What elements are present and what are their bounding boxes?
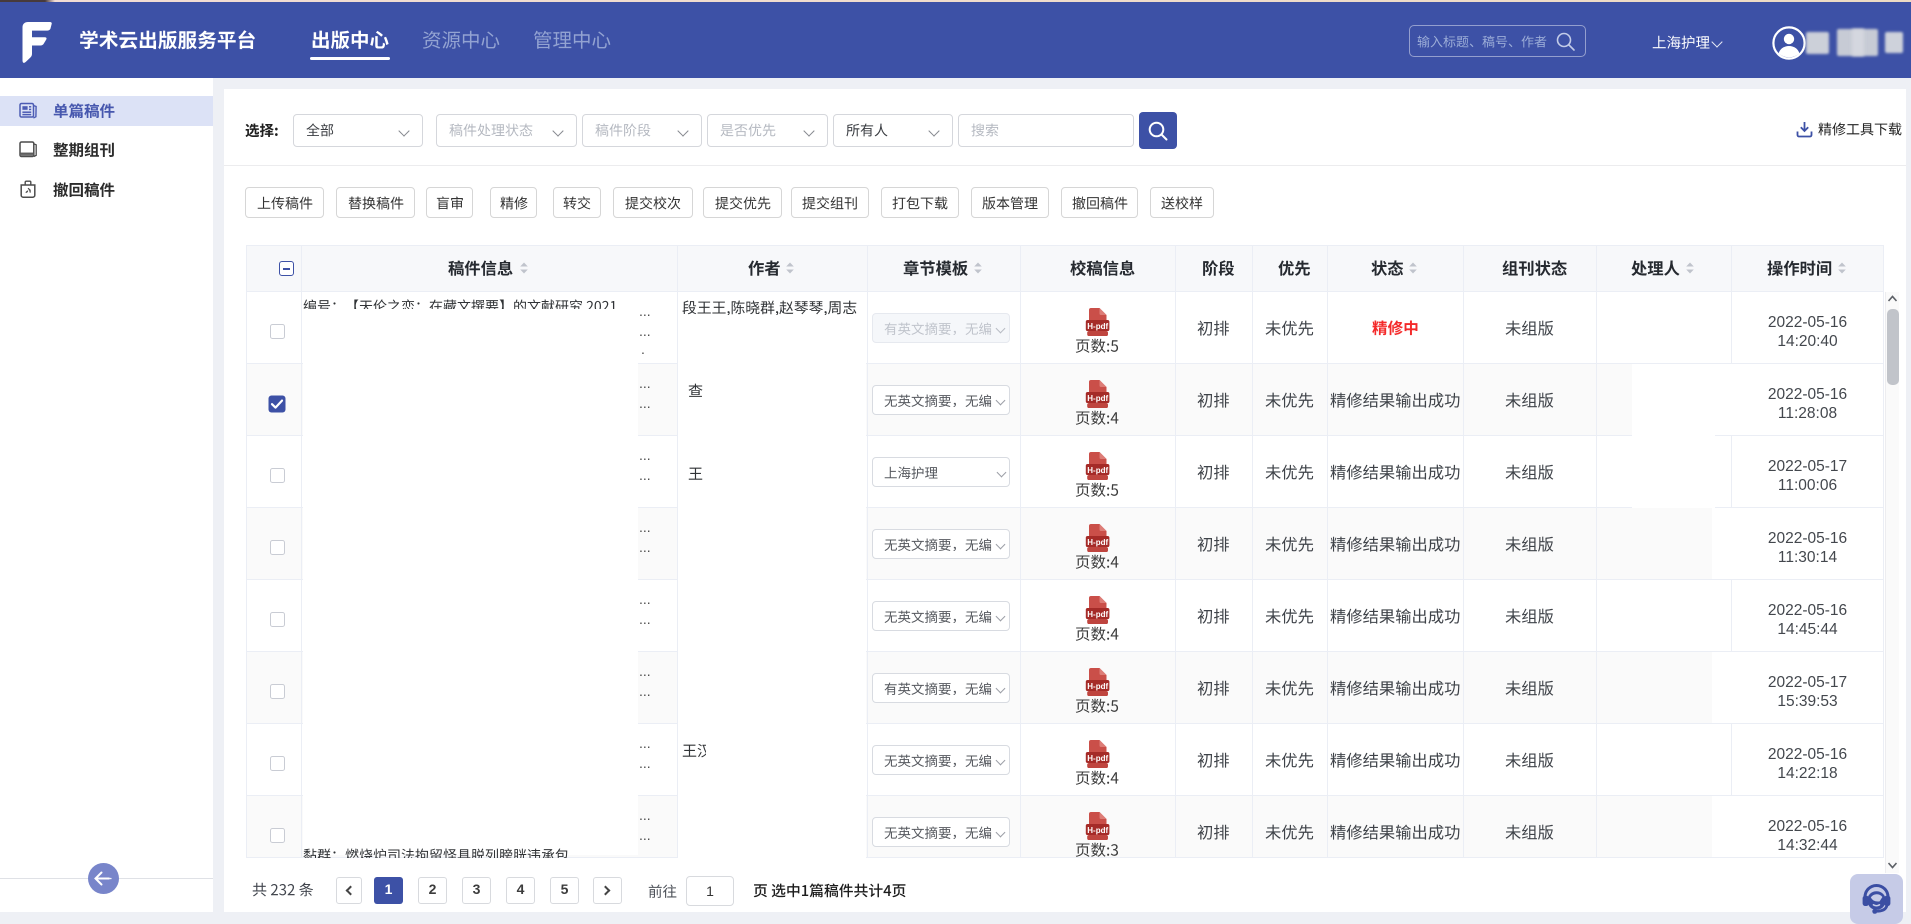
svg-text:H-pdf: H-pdf <box>1087 466 1108 475</box>
svg-text:H-pdf: H-pdf <box>1087 826 1108 835</box>
svg-text:H-pdf: H-pdf <box>1087 682 1108 691</box>
svg-text:H-pdf: H-pdf <box>1087 394 1108 403</box>
svg-text:H-pdf: H-pdf <box>1087 754 1108 763</box>
svg-text:H-pdf: H-pdf <box>1087 322 1108 331</box>
svg-text:H-pdf: H-pdf <box>1087 610 1108 619</box>
svg-text:H-pdf: H-pdf <box>1087 538 1108 547</box>
